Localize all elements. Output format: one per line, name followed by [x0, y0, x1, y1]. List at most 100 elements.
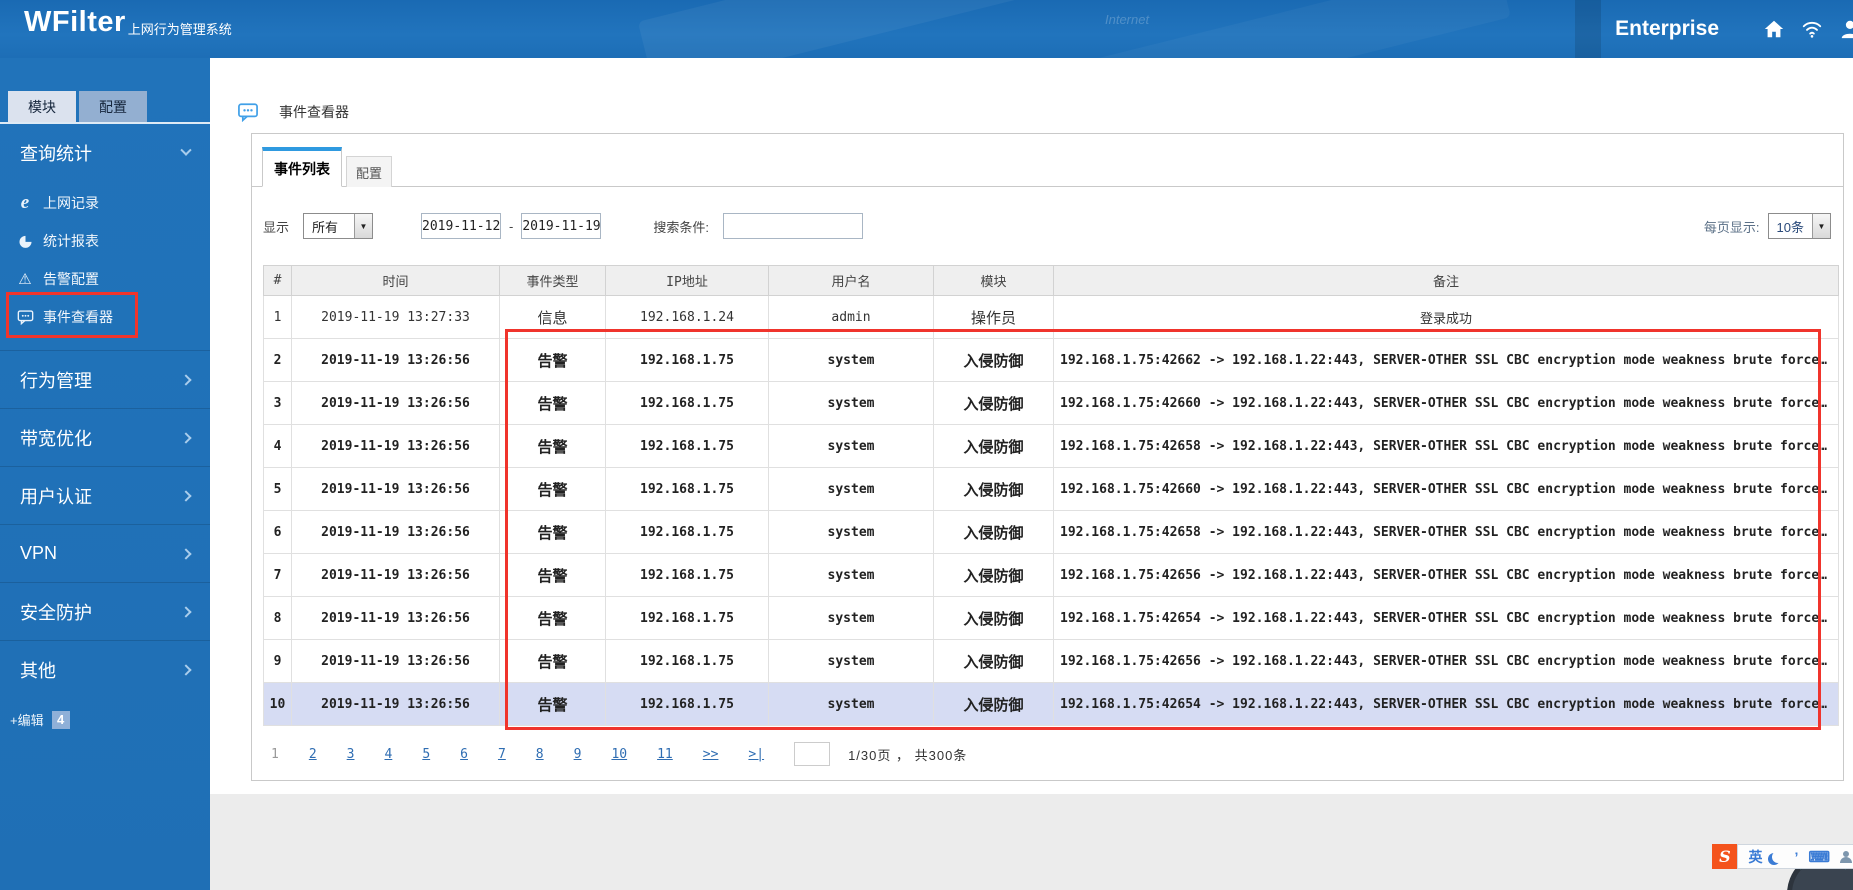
table-row[interactable]: 6 2019-11-19 13:26:56 告警 192.168.1.75 system… [263, 510, 1839, 554]
chevron-right-icon [180, 547, 192, 560]
event-table: # 时间 事件类型 IP地址 用户名 模块 备注 1 2019-11-19 13:27:33 信息… [263, 265, 1839, 726]
page-link-5[interactable]: 5 [422, 747, 430, 762]
sidebar-group-4[interactable]: VPN [0, 524, 210, 582]
sidebar-item-label: 统计报表 [43, 233, 99, 249]
event-viewer-panel: 事件列表 配置 显示 所有 ▼ - 搜索条件: 每页显示: 10条 [251, 133, 1844, 781]
cell-ip: 192.168.1.75 [605, 510, 769, 554]
sidebar-item-告警配置[interactable]: ⚠ 告警配置 [0, 260, 210, 298]
sidebar-group-2[interactable]: 带宽优化 [0, 408, 210, 466]
ime-language-toggle[interactable]: 英 [1748, 847, 1762, 867]
cell-user: system [768, 338, 934, 382]
chart-icon [14, 232, 36, 250]
cell-index: 5 [263, 467, 292, 511]
per-page-label: 每页显示: [1703, 219, 1760, 235]
date-range-separator: - [509, 218, 514, 234]
sidebar-tab-modules[interactable]: 模块 [8, 91, 76, 122]
page-link-8[interactable]: 8 [536, 747, 544, 762]
cell-module: 入侵防御 [933, 424, 1054, 468]
page-link-9[interactable]: 9 [574, 747, 582, 762]
page-link-7[interactable]: 7 [498, 747, 506, 762]
sidebar-group-label: 用户认证 [20, 486, 92, 507]
date-from-input[interactable] [421, 213, 502, 239]
column-header-4: 用户名 [768, 265, 934, 296]
table-row[interactable]: 3 2019-11-19 13:26:56 告警 192.168.1.75 system… [263, 381, 1839, 425]
sidebar-tab-config[interactable]: 配置 [79, 91, 147, 122]
sidebar-group-1[interactable]: 行为管理 [0, 350, 210, 408]
sidebar-group-label: 安全防护 [20, 602, 92, 623]
sidebar-group-0[interactable]: 查询统计 [0, 124, 210, 182]
logo-subtitle: 上网行为管理系统 [127, 22, 232, 37]
chevron-right-icon [180, 605, 192, 618]
sidebar-item-上网记录[interactable]: e 上网记录 [0, 184, 210, 222]
sidebar-group-5[interactable]: 安全防护 [0, 582, 210, 640]
page-link-4[interactable]: 4 [384, 747, 392, 762]
cell-index: 8 [263, 596, 292, 640]
table-row[interactable]: 10 2019-11-19 13:26:56 告警 192.168.1.75 syste… [263, 682, 1839, 726]
ime-user-icon[interactable] [1840, 850, 1852, 863]
app-logo: WFilter 上网行为管理系统 [24, 6, 232, 39]
ime-toolbar: S 英 ’ ⌨ [1712, 844, 1853, 869]
page-last-button[interactable]: >| [748, 747, 764, 762]
cell-event-type: 告警 [499, 596, 606, 640]
date-to-input[interactable] [521, 213, 602, 239]
page-title: 事件查看器 [279, 104, 349, 120]
edit-count-badge: 4 [51, 710, 70, 729]
page-jump-input[interactable] [794, 742, 831, 766]
moon-icon[interactable] [1772, 851, 1784, 863]
cell-ip: 192.168.1.24 [605, 295, 769, 339]
cell-event-type: 告警 [499, 639, 606, 683]
chevron-right-icon [180, 431, 192, 444]
page-link-11[interactable]: 11 [657, 747, 673, 762]
cell-remark: 192.168.1.75:42658 -> 192.168.1.22:443, … [1053, 424, 1839, 468]
table-row[interactable]: 2 2019-11-19 13:26:56 告警 192.168.1.75 system… [263, 338, 1839, 382]
sidebar-group-3[interactable]: 用户认证 [0, 466, 210, 524]
cell-ip: 192.168.1.75 [605, 553, 769, 597]
chevron-down-icon [180, 144, 192, 156]
cell-module: 入侵防御 [933, 467, 1054, 511]
tab-event-list[interactable]: 事件列表 [262, 147, 342, 187]
cell-module: 入侵防御 [933, 338, 1054, 382]
keyboard-icon[interactable]: ⌨ [1808, 848, 1830, 866]
page-link-10[interactable]: 10 [611, 747, 627, 762]
cell-time: 2019-11-19 13:27:33 [291, 295, 500, 339]
per-page-select[interactable]: 10条 ▼ [1767, 213, 1831, 239]
user-icon[interactable] [1839, 18, 1853, 40]
ime-punctuation-toggle[interactable]: ’ [1794, 849, 1798, 865]
table-row[interactable]: 4 2019-11-19 13:26:56 告警 192.168.1.75 system… [263, 424, 1839, 468]
table-row[interactable]: 1 2019-11-19 13:27:33 信息 192.168.1.24 admin 操… [263, 295, 1839, 339]
cell-user: system [768, 424, 934, 468]
page-link-2[interactable]: 2 [309, 747, 317, 762]
cell-user: system [768, 682, 934, 726]
page-link-6[interactable]: 6 [460, 747, 468, 762]
sogou-logo-icon[interactable]: S [1712, 844, 1738, 869]
comment-icon [238, 102, 258, 122]
table-row[interactable]: 9 2019-11-19 13:26:56 告警 192.168.1.75 system… [263, 639, 1839, 683]
column-header-2: 事件类型 [499, 265, 606, 296]
pagination: 1 2 3 4 5 6 7 8 9 10 11 >> >| 1/30页 ， 共300条 [271, 742, 1843, 766]
cell-index: 10 [263, 682, 292, 726]
cell-user: system [768, 510, 934, 554]
cell-remark: 192.168.1.75:42654 -> 192.168.1.22:443, … [1053, 596, 1839, 640]
page-link-3[interactable]: 3 [347, 747, 355, 762]
event-type-select[interactable]: 所有 ▼ [303, 213, 374, 239]
sidebar-edit-row[interactable]: +编辑 4 [10, 710, 70, 729]
header-texture [1079, 0, 1511, 58]
sidebar-group-6[interactable]: 其他 [0, 640, 210, 698]
sidebar-nav: 查询统计 e 上网记录统计报表 ⚠ 告警配置事件查看器行为管理 带宽优化用户认证 VPN 安全… [0, 124, 210, 698]
search-input[interactable] [722, 213, 863, 239]
cell-time: 2019-11-19 13:26:56 [291, 596, 500, 640]
comment-icon [14, 308, 36, 326]
table-row[interactable]: 7 2019-11-19 13:26:56 告警 192.168.1.75 system… [263, 553, 1839, 597]
page-next-button[interactable]: >> [703, 747, 719, 762]
sidebar-item-label: 事件查看器 [43, 309, 113, 325]
table-row[interactable]: 8 2019-11-19 13:26:56 告警 192.168.1.75 system… [263, 596, 1839, 640]
tab-config[interactable]: 配置 [346, 156, 392, 187]
table-row[interactable]: 5 2019-11-19 13:26:56 告警 192.168.1.75 system… [263, 467, 1839, 511]
sidebar-item-事件查看器[interactable]: 事件查看器 [0, 298, 210, 336]
sidebar-tabs: 模块 配置 [0, 58, 210, 124]
wifi-icon[interactable] [1801, 18, 1823, 40]
sidebar-item-统计报表[interactable]: 统计报表 [0, 222, 210, 260]
cell-time: 2019-11-19 13:26:56 [291, 510, 500, 554]
home-icon[interactable] [1763, 18, 1785, 40]
search-label: 搜索条件: [653, 219, 709, 235]
